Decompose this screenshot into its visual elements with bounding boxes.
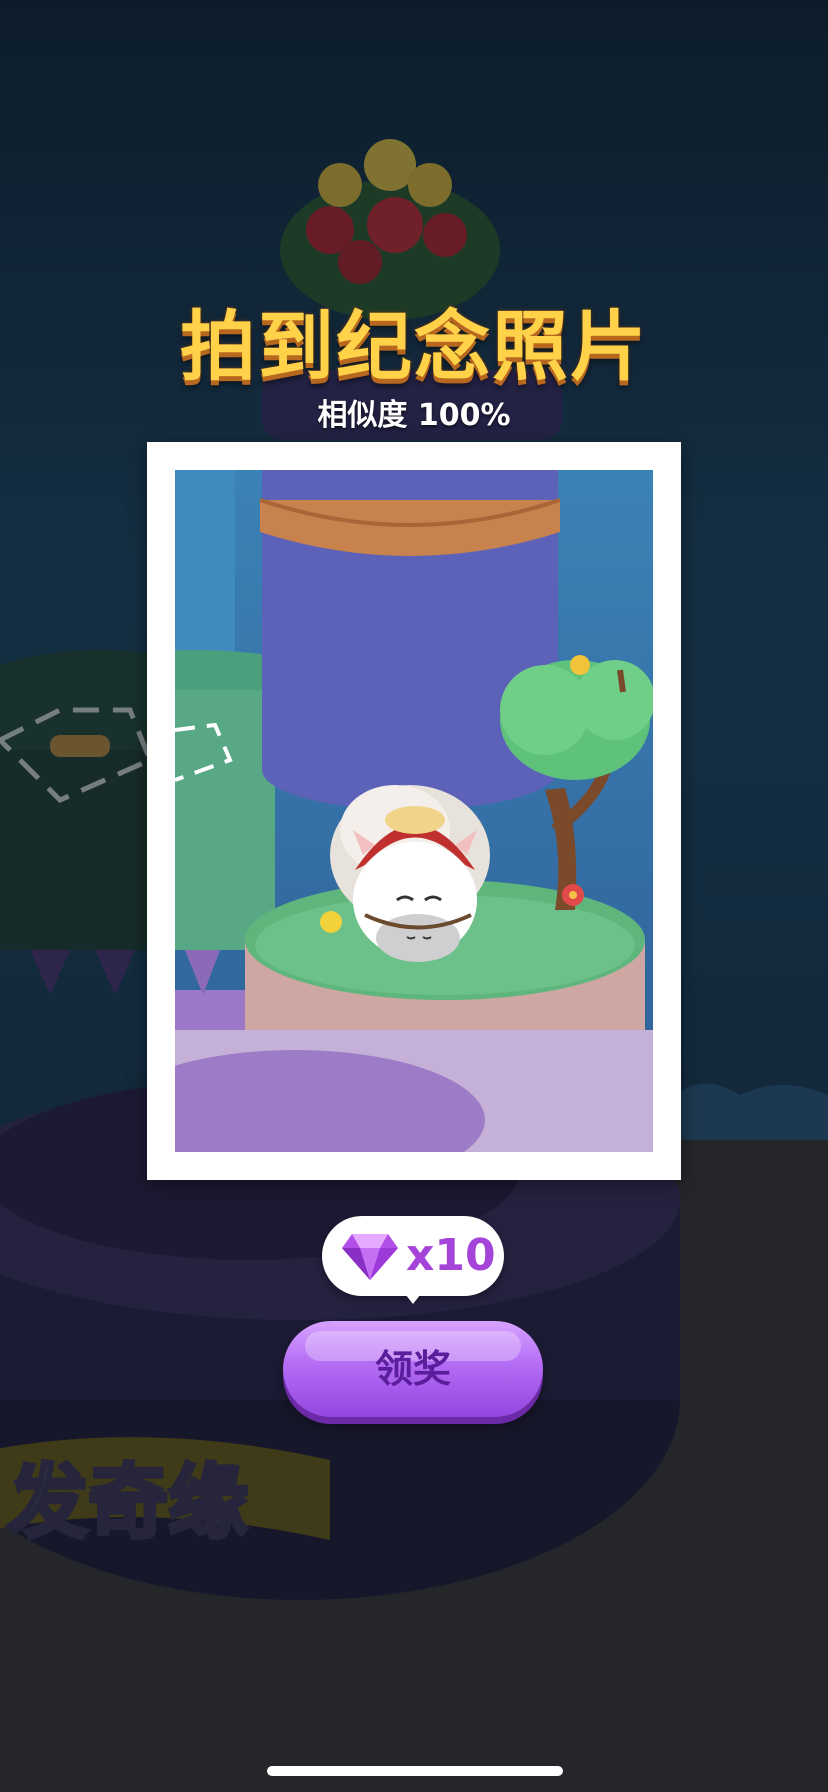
souvenir-photo [175, 470, 653, 1152]
claim-reward-label: 领奖 [374, 1347, 451, 1391]
photo-frame [147, 442, 681, 1180]
claim-reward-button[interactable]: 领奖 [283, 1321, 543, 1417]
reward-bubble: x10 [322, 1216, 504, 1304]
similarity-score: 相似度 100% [317, 398, 511, 433]
photo-illustration [175, 470, 653, 1152]
modal-title: 拍到纪念照片 [180, 302, 648, 391]
reward-count: x10 [406, 1230, 496, 1281]
gem-icon [342, 1234, 398, 1280]
home-indicator[interactable] [267, 1766, 563, 1776]
bubble-tail [402, 1290, 424, 1304]
